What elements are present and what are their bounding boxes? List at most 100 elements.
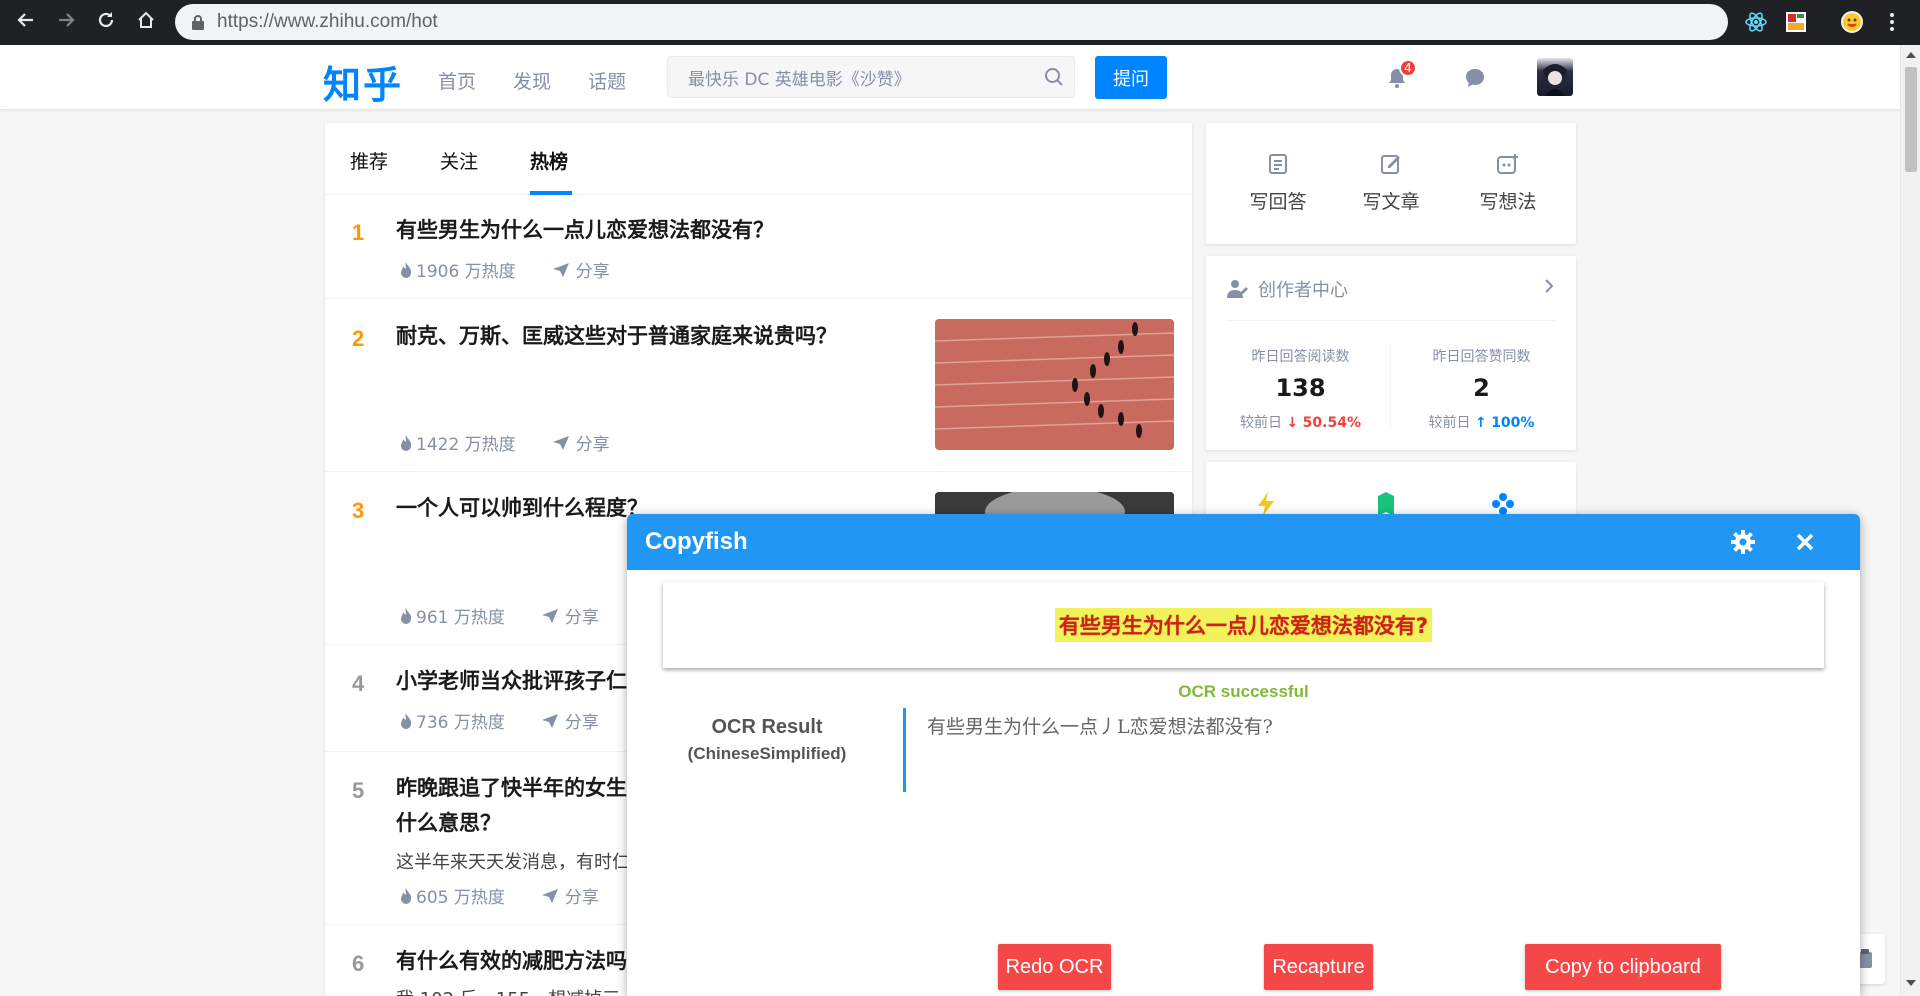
nav-home[interactable]: 首页 xyxy=(438,67,476,94)
ocr-status: OCR successful xyxy=(1178,682,1309,701)
heat-value: 1422 万热度 xyxy=(416,435,516,455)
back-icon[interactable] xyxy=(6,0,46,40)
site-header: 知乎 首页 发现 话题 最快乐 DC 英雄电影《沙赞》 提问 4 xyxy=(0,45,1900,110)
creator-center-card: 创作者中心 昨日回答阅读数 138 较前日 ↓ 50.54% 昨日回答赞同数 2… xyxy=(1206,256,1576,450)
write-idea-icon xyxy=(1497,154,1518,174)
close-icon[interactable] xyxy=(1789,526,1821,558)
search-input[interactable]: 最快乐 DC 英雄电影《沙赞》 xyxy=(667,56,1075,98)
hot-title[interactable]: 一个人可以帅到什么程度？ xyxy=(396,491,648,526)
hot-item[interactable]: 2 耐克、万斯、匡威这些对于普通家庭来说贵吗？ 1422 万热度 分享 xyxy=(325,299,1192,472)
redo-ocr-button[interactable]: Redo OCR xyxy=(998,944,1111,990)
flame-icon xyxy=(401,434,412,451)
stat-change: 100% xyxy=(1491,415,1535,431)
reload-icon[interactable] xyxy=(86,0,126,40)
share-icon xyxy=(541,713,558,728)
hot-title[interactable]: 耐克、万斯、匡威这些对于普通家庭来说贵吗？ xyxy=(396,319,837,354)
copyfish-title: Copyfish xyxy=(645,528,748,555)
hot-thumbnail-running-track[interactable] xyxy=(935,319,1174,450)
divider xyxy=(1390,344,1391,428)
user-avatar[interactable] xyxy=(1537,58,1573,96)
share-button[interactable]: 分享 xyxy=(552,430,610,455)
copy-to-clipboard-button[interactable]: Copy to clipboard xyxy=(1525,944,1721,990)
share-icon xyxy=(541,608,558,623)
captured-image-preview: 有些男生为什么一点儿恋爱想法都没有? xyxy=(663,582,1824,668)
write-card: 写回答 写文章 写想法 xyxy=(1206,123,1576,244)
stat-value: 2 xyxy=(1473,374,1490,402)
hot-item[interactable]: 1 有些男生为什么一点儿恋爱想法都没有？ 1906 万热度 分享 xyxy=(325,195,1192,299)
share-button[interactable]: 分享 xyxy=(541,708,599,733)
zhihu-logo[interactable]: 知乎 xyxy=(323,54,403,109)
tab-recommend[interactable]: 推荐 xyxy=(350,147,388,174)
ocr-result-text[interactable]: 有些男生为什么一点丿L恋爱想法都没有? xyxy=(927,712,1273,739)
hot-meta: 605 万热度 分享 xyxy=(399,883,599,908)
hot-rank: 6 xyxy=(352,951,365,976)
nav-discover[interactable]: 发现 xyxy=(513,67,551,94)
write-idea-button[interactable]: 写想法 xyxy=(1463,153,1553,214)
arrow-up-icon: ↑ xyxy=(1475,415,1487,431)
share-icon xyxy=(541,888,558,903)
address-bar[interactable]: https://www.zhihu.com/hot xyxy=(175,4,1728,40)
hot-rank: 3 xyxy=(352,498,365,523)
hot-rank: 5 xyxy=(352,778,365,803)
scrollbar-thumb[interactable] xyxy=(1905,67,1917,172)
hot-title-line2[interactable]: 什么意思？ xyxy=(396,806,501,841)
write-article-button[interactable]: 写文章 xyxy=(1346,153,1436,214)
feed-tabs: 推荐 关注 热榜 xyxy=(325,123,1192,195)
menu-icon[interactable] xyxy=(1878,8,1906,36)
share-icon xyxy=(552,262,569,277)
stat-likes: 昨日回答赞同数 2 较前日 ↑ 100% xyxy=(1399,346,1564,432)
hot-title[interactable]: 有些男生为什么一点儿恋爱想法都没有？ xyxy=(396,213,774,248)
heat-value: 1906 万热度 xyxy=(416,262,516,282)
home-icon[interactable] xyxy=(126,0,166,40)
scroll-down-arrow[interactable] xyxy=(1906,980,1916,986)
page-scrollbar[interactable] xyxy=(1900,45,1920,996)
captured-text: 有些男生为什么一点儿恋爱想法都没有? xyxy=(1054,608,1433,642)
write-article-icon xyxy=(1381,155,1400,174)
hot-meta: 961 万热度 分享 xyxy=(399,603,599,628)
stat-change: 50.54% xyxy=(1302,415,1361,431)
tab-follow[interactable]: 关注 xyxy=(440,147,478,174)
creator-center-link[interactable]: 创作者中心 xyxy=(1226,276,1348,302)
share-button[interactable]: 分享 xyxy=(552,257,610,282)
hot-excerpt[interactable]: 我 102 斤，155，想减掉三 xyxy=(396,985,620,996)
extension-icon[interactable] xyxy=(1782,8,1810,36)
search-placeholder: 最快乐 DC 英雄电影《沙赞》 xyxy=(688,69,911,90)
emoji-extension-icon[interactable] xyxy=(1838,8,1866,36)
scroll-up-arrow[interactable] xyxy=(1906,52,1916,58)
creator-center-title: 创作者中心 xyxy=(1258,280,1348,301)
url-text: https://www.zhihu.com/hot xyxy=(217,11,438,32)
share-button[interactable]: 分享 xyxy=(541,603,599,628)
hot-rank: 1 xyxy=(352,220,365,245)
heat-value: 736 万热度 xyxy=(416,713,505,733)
recapture-button[interactable]: Recapture xyxy=(1264,944,1373,990)
write-answer-button[interactable]: 写回答 xyxy=(1233,153,1323,214)
divider xyxy=(1226,320,1556,321)
flame-icon xyxy=(401,887,412,904)
nav-topics[interactable]: 话题 xyxy=(588,67,626,94)
share-icon xyxy=(552,435,569,450)
settings-gear-icon[interactable] xyxy=(1727,526,1759,558)
react-devtools-icon[interactable] xyxy=(1742,8,1770,36)
stat-value: 138 xyxy=(1275,374,1326,402)
browser-toolbar: https://www.zhihu.com/hot xyxy=(0,0,1920,45)
hot-excerpt[interactable]: 这半年来天天发消息，有时仁 xyxy=(396,848,630,874)
notification-bell-icon[interactable]: 4 xyxy=(1381,59,1417,94)
creator-icon xyxy=(1227,280,1248,298)
lock-icon xyxy=(191,14,205,30)
hot-title[interactable]: 有什么有效的减肥方法吗 xyxy=(396,944,627,979)
hot-title[interactable]: 小学老师当众批评孩子仁 xyxy=(396,664,627,699)
forward-icon[interactable] xyxy=(46,0,86,40)
ask-button[interactable]: 提问 xyxy=(1095,56,1167,99)
messages-icon[interactable] xyxy=(1459,62,1491,94)
heat-value: 961 万热度 xyxy=(416,608,505,628)
ocr-language: (ChineseSimplified) xyxy=(687,744,847,763)
flame-icon xyxy=(401,712,412,729)
tab-hot[interactable]: 热榜 xyxy=(530,147,568,174)
arrow-down-icon: ↓ xyxy=(1286,415,1299,431)
result-divider xyxy=(903,708,906,792)
share-button[interactable]: 分享 xyxy=(541,883,599,908)
copyfish-dialog: Copyfish 有些男生为什么一点儿恋爱想法都没有? OCR successf… xyxy=(627,514,1860,996)
search-icon[interactable] xyxy=(1034,57,1074,97)
chevron-right-icon[interactable] xyxy=(1544,278,1554,298)
hot-title-line1[interactable]: 昨晚跟追了快半年的女生 xyxy=(396,771,627,806)
